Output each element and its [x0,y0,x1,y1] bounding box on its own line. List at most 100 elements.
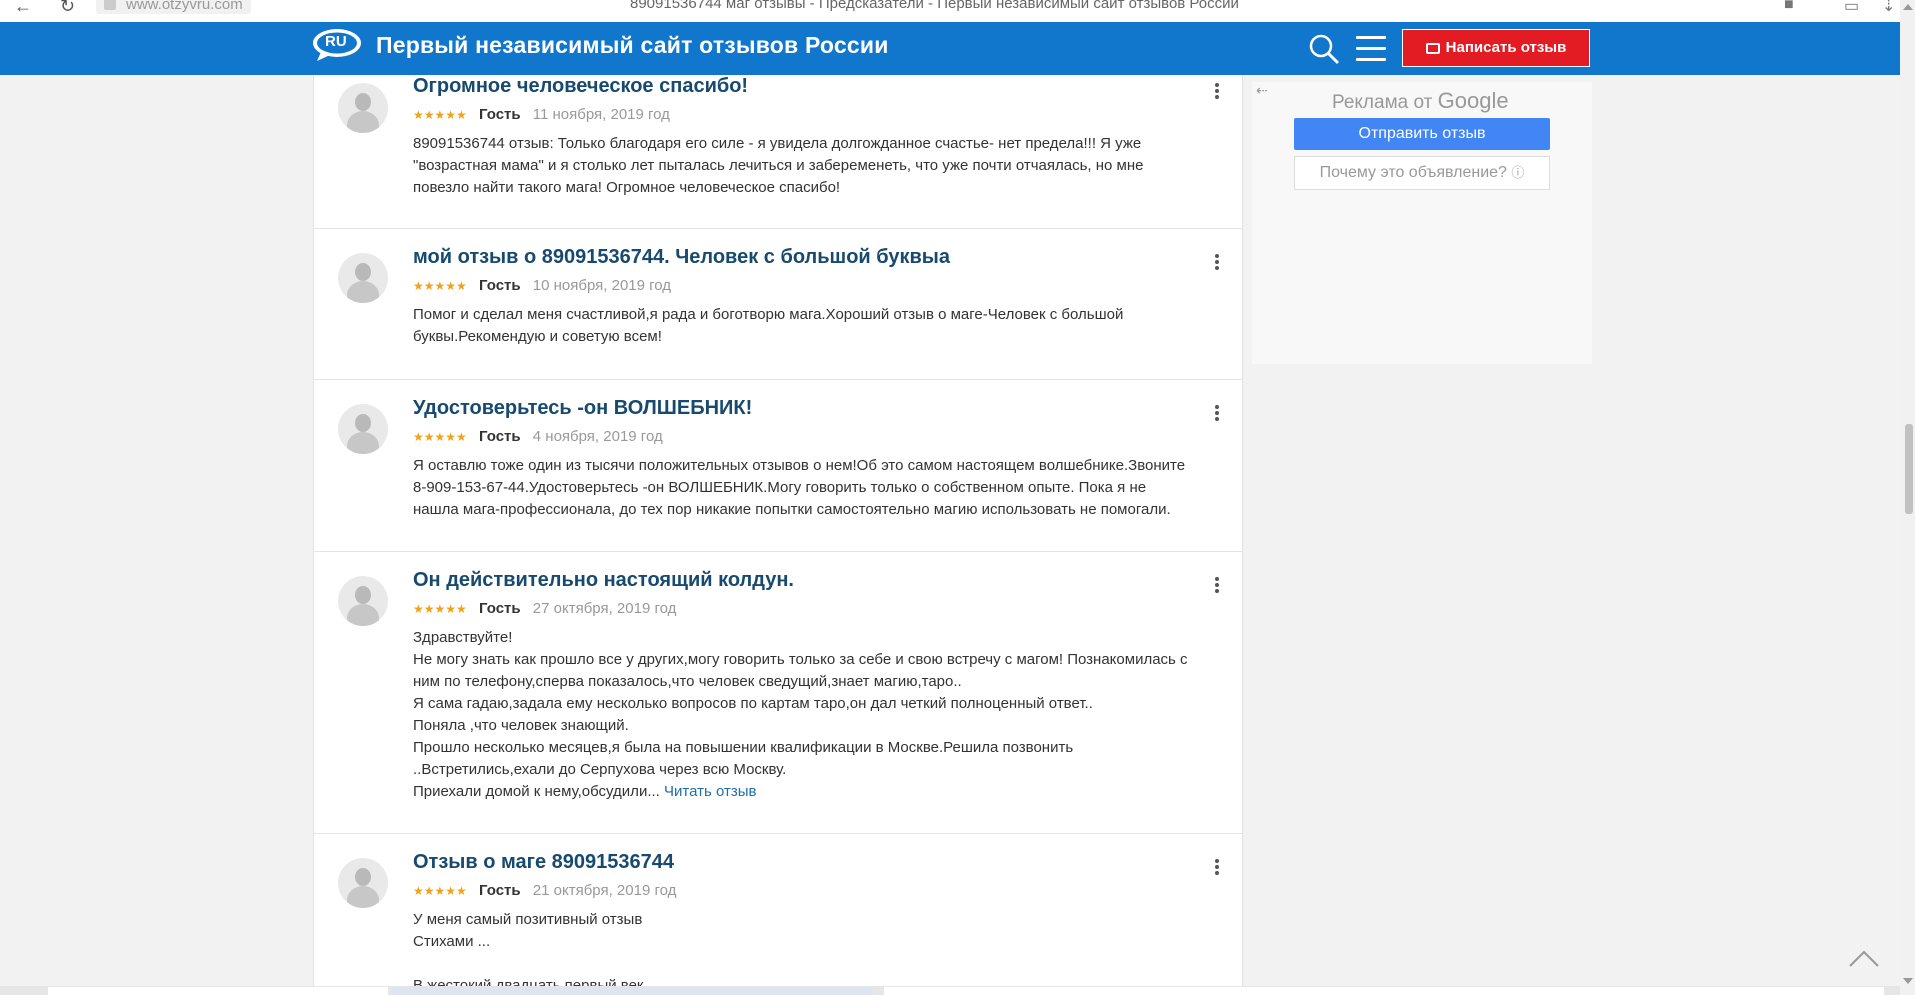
user-avatar-icon [338,404,388,454]
back-arrow-icon[interactable]: ← [14,0,32,17]
review-text-line: Здравствуйте! [413,629,513,646]
search-icon[interactable] [1308,33,1340,65]
extensions-icon[interactable]: ⇣ [1882,0,1895,16]
review-text-line: Приехали домой к нему,обсудили... Читать… [413,781,1223,803]
read-more-link[interactable]: Читать отзыв [664,783,756,800]
why-this-ad-label: Почему это объявление? [1319,164,1507,181]
review-text: 89091536744 отзыв: Только благодаря его … [413,133,1223,199]
review-date: 11 ноября, 2019 год [532,106,670,123]
more-options-icon[interactable] [1215,859,1221,877]
rating-stars: ★★★★★ [413,279,467,293]
bottom-edge-strip [0,986,1900,995]
review-text-line: Прошло несколько месяцев,я была на повыш… [413,739,1074,756]
review-text-line: ним по телефону,сперва показалось,что че… [413,673,962,690]
info-icon: ⓘ [1511,165,1525,180]
review-text-line: 8-909-153-67-44.Удостоверьтесь -он ВОЛШЕ… [413,479,1147,496]
collections-icon[interactable]: ▭ [1844,0,1859,16]
review-author: Гость [478,882,521,899]
user-avatar-icon [338,253,388,303]
review-date: 21 октября, 2019 год [532,882,677,899]
reviews-list: Огромное человеческое спасибо! ★★★★★ Гос… [313,75,1243,995]
review-text: У меня самый позитивный отзыв Стихами ..… [413,909,1223,995]
review-title[interactable]: Удостоверьтесь -он ВОЛШЕБНИК! [413,397,752,420]
review-text: Здравствуйте! Не могу знать как прошло в… [413,627,1223,803]
site-info-icon[interactable] [104,0,116,10]
user-avatar-icon [338,83,388,133]
rating-stars: ★★★★★ [413,108,467,122]
review-text-line: нашла мага-профессионала, до тех пор ник… [413,501,1171,518]
review-author: Гость [478,428,521,445]
bookmark-icon[interactable]: ■ [1784,0,1794,14]
rating-stars: ★★★★★ [413,430,467,444]
review-card: Отзыв о маге 89091536744 ★★★★★ Гость 21 … [314,834,1242,995]
address-bar-url: www.otzyvru.com [126,0,243,13]
review-date: 27 октября, 2019 год [532,600,677,617]
more-options-icon[interactable] [1215,83,1221,101]
more-options-icon[interactable] [1215,577,1221,595]
browser-toolbar: ← ↻ www.otzyvru.com 89091536744 маг отзы… [0,0,1915,22]
review-text-line: Поняла ,что человек знающий. [413,717,629,734]
window-title: 89091536744 маг отзывы - Предсказатели -… [630,0,1239,12]
write-review-button[interactable]: Написать отзыв [1402,29,1590,67]
review-text-line: 89091536744 отзыв: Только благодаря его … [413,135,1142,152]
review-card: мой отзыв о 89091536744. Человек с больш… [314,229,1242,380]
logo-text: RU [325,33,347,50]
scrollbar-thumb[interactable] [1905,424,1913,514]
review-text: Помог и сделал меня счастливой,я рада и … [413,304,1223,348]
review-text-line: ..Встретились,ехали до Серпухова через в… [413,761,787,778]
review-card: Удостоверьтесь -он ВОЛШЕБНИК! ★★★★★ Гост… [314,380,1242,552]
address-bar[interactable]: www.otzyvru.com [96,0,251,14]
ad-label-prefix: Реклама от [1332,92,1433,113]
review-author: Гость [478,277,521,294]
review-date: 4 ноября, 2019 год [532,428,663,445]
ad-label: Реклама от Google [1332,88,1509,114]
review-text-line: повезло найти такого мага! Огромное чело… [413,179,841,196]
scroll-down-arrow-icon[interactable] [1903,978,1913,984]
scroll-to-top-icon[interactable] [1848,948,1880,968]
review-text: Я оставлю тоже один из тысячи положитель… [413,455,1223,521]
review-text-last: Приехали домой к нему,обсудили... [413,783,660,800]
scroll-up-arrow-icon[interactable] [1903,4,1913,10]
google-ad-block: ⇠ Реклама от Google Отправить отзыв Поче… [1252,82,1592,364]
review-meta: ★★★★★ Гость 27 октября, 2019 год [413,600,676,617]
more-options-icon[interactable] [1215,254,1221,272]
review-meta: ★★★★★ Гость 10 ноября, 2019 год [413,277,671,294]
rating-stars: ★★★★★ [413,602,467,616]
more-options-icon[interactable] [1215,405,1221,423]
google-logo: Google [1437,88,1509,113]
review-text-line: "возрастная мама" и я столько лет пытала… [413,157,1144,174]
review-card: Огромное человеческое спасибо! ★★★★★ Гос… [314,75,1242,229]
review-text-line: буквы.Рекомендую и советую всем! [413,328,662,345]
review-author: Гость [478,600,521,617]
page-scrollbar[interactable] [1900,0,1915,995]
review-meta: ★★★★★ Гость 4 ноября, 2019 год [413,428,663,445]
ad-back-arrow-icon[interactable]: ⇠ [1256,82,1268,99]
rating-stars: ★★★★★ [413,884,467,898]
user-avatar-icon [338,576,388,626]
review-text-line: У меня самый позитивный отзыв [413,911,643,928]
review-text-line: Я оставлю тоже один из тысячи положитель… [413,457,1186,474]
why-this-ad-button[interactable]: Почему это объявление? ⓘ [1294,156,1550,190]
review-title[interactable]: Отзыв о маге 89091536744 [413,851,674,874]
review-title[interactable]: мой отзыв о 89091536744. Человек с больш… [413,246,950,269]
write-review-label: Написать отзыв [1445,39,1567,56]
reload-icon[interactable]: ↻ [60,0,75,17]
user-avatar-icon [338,858,388,908]
review-card: Он действительно настоящий колдун. ★★★★★… [314,552,1242,834]
review-text-line: Я сама гадаю,задала ему несколько вопрос… [413,695,1093,712]
review-title[interactable]: Он действительно настоящий колдун. [413,569,794,592]
review-text-line [413,953,1223,975]
review-date: 10 ноября, 2019 год [532,277,672,294]
site-logo[interactable]: RU [312,28,362,62]
review-author: Гость [478,106,521,123]
comment-icon [1425,43,1440,54]
send-feedback-button[interactable]: Отправить отзыв [1294,118,1550,150]
review-meta: ★★★★★ Гость 11 ноября, 2019 год [413,106,670,123]
hamburger-menu-icon[interactable] [1356,36,1386,62]
review-text-line: Стихами ... [413,933,491,950]
review-text-line: Не могу знать как прошло все у других,мо… [413,651,1188,668]
review-text-line: Помог и сделал меня счастливой,я рада и … [413,306,1124,323]
site-title[interactable]: Первый независимый сайт отзывов России [376,32,889,59]
review-title[interactable]: Огромное человеческое спасибо! [413,75,748,98]
site-header: RU Первый независимый сайт отзывов Росси… [0,22,1900,75]
